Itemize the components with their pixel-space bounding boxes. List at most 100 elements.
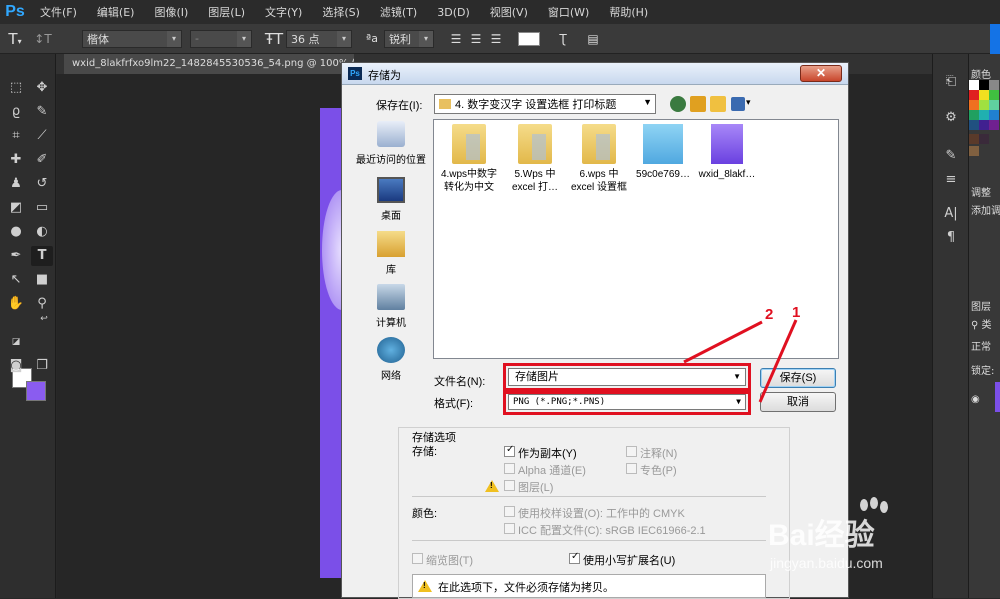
filename-input[interactable]: 存储图片 ▼ — [508, 368, 746, 386]
adjustments-tab[interactable]: 调整 — [971, 184, 991, 199]
type-tool-icon[interactable]: T▾ — [0, 30, 30, 48]
place-computer[interactable]: 计算机 — [350, 284, 432, 329]
place-recent[interactable]: 最近访问的位置 — [350, 121, 432, 166]
align-center-icon[interactable]: ☰ — [466, 32, 486, 46]
swatch[interactable] — [969, 120, 979, 130]
actions-panel-icon[interactable]: ⚙ — [940, 108, 962, 128]
swatch[interactable] — [969, 146, 979, 156]
layers-checkbox[interactable] — [504, 480, 515, 491]
swatch[interactable] — [989, 80, 999, 90]
rectangle-tool-icon[interactable]: ■ — [31, 270, 53, 290]
font-style-select[interactable]: - ▾ — [190, 29, 252, 48]
swatch[interactable] — [969, 134, 979, 144]
character-panel-icon[interactable]: A| — [940, 204, 962, 224]
font-family-select[interactable]: 楷体 ▾ — [82, 29, 182, 48]
layers-tab[interactable]: 图层 — [971, 298, 991, 313]
list-item[interactable]: 4.wps中数字 转化为中文 — [438, 124, 500, 194]
new-folder-icon[interactable] — [710, 96, 726, 112]
quick-select-icon[interactable]: ✎ — [31, 102, 53, 122]
menu-select[interactable]: 选择(S) — [312, 4, 370, 20]
swatch[interactable] — [969, 110, 979, 120]
path-select-icon[interactable]: ↖ — [5, 270, 27, 290]
place-desktop[interactable]: 桌面 — [350, 177, 432, 222]
thumbnail-checkbox[interactable] — [412, 553, 423, 564]
warp-text-icon[interactable]: Ʈ — [552, 32, 574, 46]
layer-thumbnail[interactable] — [995, 382, 1000, 412]
gradient-icon[interactable]: ▭ — [31, 198, 53, 218]
alpha-checkbox[interactable] — [504, 463, 515, 474]
type-tool-icon[interactable]: T — [31, 246, 53, 266]
view-menu-icon[interactable] — [731, 97, 745, 111]
dodge-tool-icon[interactable]: ◐ — [31, 222, 53, 242]
font-size-select[interactable]: 36 点 ▾ — [286, 29, 352, 48]
list-item[interactable]: 59c0e769… — [632, 124, 694, 181]
menu-help[interactable]: 帮助(H) — [599, 4, 658, 20]
swap-colors-icon[interactable]: ↩ — [33, 309, 55, 329]
as-copy-checkbox[interactable] — [504, 444, 515, 457]
file-list[interactable]: 4.wps中数字 转化为中文 5.Wps 中 excel 打… 6.wps 中 … — [433, 119, 839, 359]
swatch[interactable] — [989, 90, 999, 100]
layer-visibility-eye-icon[interactable]: ◉ — [971, 394, 980, 405]
text-orientation-icon[interactable]: ↕T — [30, 32, 56, 46]
spot-checkbox[interactable] — [626, 463, 637, 474]
notes-checkbox[interactable] — [626, 446, 637, 457]
hand-tool-icon[interactable]: ✋ — [5, 294, 27, 314]
lowercase-ext-checkbox[interactable] — [569, 551, 580, 564]
swatch[interactable] — [989, 110, 999, 120]
menu-filter[interactable]: 滤镜(T) — [370, 4, 427, 20]
menu-layer[interactable]: 图层(L) — [198, 4, 255, 20]
menu-edit[interactable]: 编辑(E) — [87, 4, 145, 20]
use-proof-checkbox[interactable] — [504, 506, 515, 517]
eraser-icon[interactable]: ◩ — [5, 198, 27, 218]
swatch[interactable] — [979, 100, 989, 110]
crop-tool-icon[interactable]: ⌗ — [5, 126, 27, 146]
quick-mask-icon[interactable]: ◙ — [5, 356, 27, 376]
place-library[interactable]: 库 — [350, 231, 432, 276]
pen-tool-icon[interactable]: ✒ — [5, 246, 27, 266]
swatch[interactable] — [989, 100, 999, 110]
history-brush-icon[interactable]: ↺ — [31, 174, 53, 194]
icc-profile-checkbox[interactable] — [504, 523, 515, 534]
menu-file[interactable]: 文件(F) — [30, 4, 87, 20]
up-folder-icon[interactable] — [690, 96, 706, 112]
place-network[interactable]: 网络 — [350, 337, 432, 382]
menu-3d[interactable]: 3D(D) — [427, 6, 480, 19]
antialias-select[interactable]: 锐利 ▾ — [384, 29, 434, 48]
brush-presets-icon[interactable]: ≡ — [940, 170, 962, 190]
dialog-title-bar[interactable] — [342, 63, 848, 85]
background-color-swatch[interactable] — [26, 381, 46, 401]
menu-view[interactable]: 视图(V) — [480, 4, 538, 20]
lasso-tool-icon[interactable]: ϱ — [5, 102, 27, 122]
format-select[interactable]: PNG (*.PNG;*.PNS) ▼ — [508, 394, 746, 410]
menu-image[interactable]: 图像(I) — [144, 4, 198, 20]
eyedropper-icon[interactable]: ⟋ — [31, 126, 53, 146]
save-in-select[interactable]: 4. 数字变汉字 设置选框 打印标题 ▼ — [434, 94, 656, 114]
swatch[interactable] — [969, 100, 979, 110]
brush-tool-icon[interactable]: ✐ — [31, 150, 53, 170]
list-item[interactable]: 6.wps 中 excel 设置框 — [568, 124, 630, 194]
color-tab[interactable]: 颜色 — [971, 66, 991, 81]
marquee-tool-icon[interactable]: ⬚ — [5, 78, 27, 98]
swatch[interactable] — [979, 134, 989, 144]
swatch[interactable] — [969, 80, 979, 90]
brush-panel-icon[interactable]: ✎ — [940, 146, 962, 166]
move-tool-icon[interactable]: ✥ — [31, 78, 53, 98]
document-tab[interactable]: wxid_8lakfrfxo9lm22_1482845530536_54.png… — [64, 54, 354, 74]
workspace-button[interactable] — [990, 24, 1000, 54]
list-item[interactable]: 5.Wps 中 excel 打… — [504, 124, 566, 194]
screen-mode-icon[interactable]: ❐ — [31, 356, 53, 376]
blend-mode-select[interactable]: 正常 — [971, 338, 991, 353]
swatch[interactable] — [979, 90, 989, 100]
close-icon[interactable]: ✕ — [800, 65, 842, 82]
cancel-button[interactable]: 取消 — [760, 392, 836, 412]
text-color-swatch[interactable] — [518, 31, 540, 46]
swatch[interactable] — [979, 120, 989, 130]
paragraph-panel-icon[interactable]: ¶ — [940, 228, 962, 248]
align-right-icon[interactable]: ☰ — [486, 32, 506, 46]
blur-tool-icon[interactable]: ● — [5, 222, 27, 242]
save-button[interactable]: 保存(S) — [760, 368, 836, 388]
history-panel-icon[interactable]: ⎗ — [940, 72, 962, 92]
swatch[interactable] — [989, 120, 999, 130]
default-colors-icon[interactable]: ◪ — [5, 332, 27, 352]
menu-type[interactable]: 文字(Y) — [255, 4, 312, 20]
